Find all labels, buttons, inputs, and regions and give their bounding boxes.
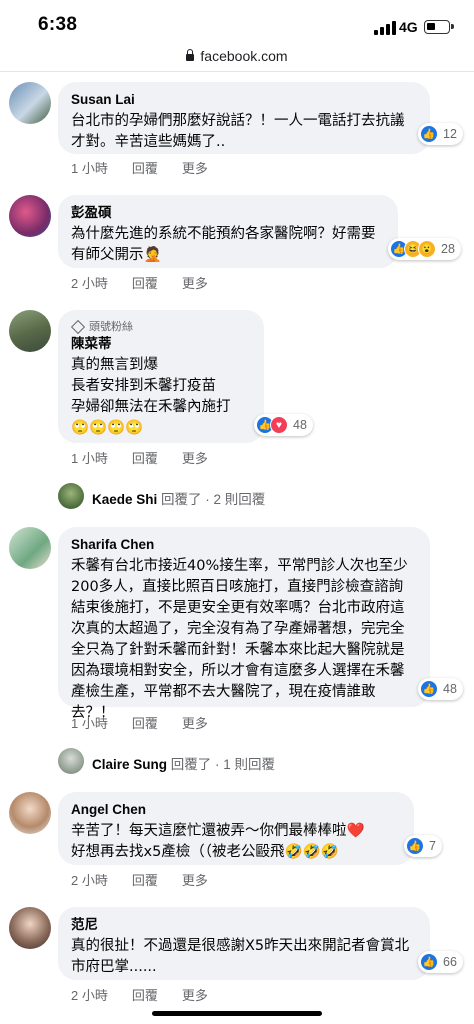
comment-bubble: 彭盈碩 為什麼先進的系統不能預約各家醫院啊？好需要有師父開示🤦: [58, 195, 398, 268]
more-button[interactable]: 更多: [182, 870, 208, 889]
comment-author[interactable]: Sharifa Chen: [71, 536, 417, 554]
more-button[interactable]: 更多: [182, 713, 208, 732]
avatar[interactable]: [9, 310, 51, 352]
comment-actions: 1 小時 回覆 更多: [71, 713, 208, 732]
reply-button[interactable]: 回覆: [132, 448, 158, 467]
comment-author[interactable]: 陳菜蒂: [71, 335, 251, 353]
reaction-count: 48: [443, 682, 457, 696]
comment-author[interactable]: 彭盈碩: [71, 204, 385, 222]
reply-button[interactable]: 回覆: [132, 713, 158, 732]
comment-author[interactable]: Angel Chen: [71, 801, 401, 819]
more-button[interactable]: 更多: [182, 158, 208, 177]
comment-text: 辛苦了！每天這麼忙還被弄～你們最棒棒啦❤️ 好想再去找x5產檢（（被老公毆飛🤣🤣…: [71, 823, 365, 860]
reaction-summary[interactable]: 👍 66: [418, 951, 463, 973]
url-text: facebook.com: [200, 48, 288, 64]
comment-actions: 2 小時 回覆 更多: [71, 985, 208, 1004]
wow-reaction-icon: 😮: [418, 240, 436, 258]
reaction-summary[interactable]: 👍 48: [418, 678, 463, 700]
avatar: [58, 748, 84, 774]
comment-time[interactable]: 1 小時: [71, 158, 108, 177]
comment-time[interactable]: 2 小時: [71, 273, 108, 292]
reply-button[interactable]: 回覆: [132, 870, 158, 889]
battery-low-icon: [424, 20, 454, 34]
comment-bubble: 范尼 真的很扯！不過還是很感謝X5昨天出來開記者會賞北市府巴掌......: [58, 907, 430, 980]
status-bar: 6:38 4G: [0, 0, 474, 46]
more-button[interactable]: 更多: [182, 985, 208, 1004]
like-reaction-icon: 👍: [420, 680, 438, 698]
reply-button[interactable]: 回覆: [132, 985, 158, 1004]
diamond-icon: [70, 319, 86, 335]
reaction-summary[interactable]: 👍 7: [404, 835, 442, 857]
reply-count: 回覆了 · 1 則回覆: [170, 757, 276, 772]
avatar[interactable]: [9, 792, 51, 834]
comment-bubble: 頭號粉絲 陳菜蒂 真的無言到爆 長者安排到禾馨打疫苗 孕婦卻無法在禾馨內施打 🙄…: [58, 310, 264, 443]
comment-bubble: Angel Chen 辛苦了！每天這麼忙還被弄～你們最棒棒啦❤️ 好想再去找x5…: [58, 792, 414, 865]
like-reaction-icon: 👍: [420, 953, 438, 971]
more-button[interactable]: 更多: [182, 273, 208, 292]
comment-text: 台北市的孕婦們那麼好說話？！一人一電話打去抗議才對。辛苦這些媽媽了..: [71, 113, 405, 150]
reaction-count: 66: [443, 955, 457, 969]
reaction-count: 7: [429, 839, 436, 853]
comment-time[interactable]: 1 小時: [71, 448, 108, 467]
like-reaction-icon: 👍: [406, 837, 424, 855]
avatar[interactable]: [9, 82, 51, 124]
comment-text: 禾馨有台北市接近40%接生率，平常門診人次也至少200多人，直接比照百日咳施打，…: [71, 558, 408, 721]
reaction-count: 28: [441, 242, 455, 256]
love-reaction-icon: ♥: [270, 416, 288, 434]
reaction-summary[interactable]: 👍 ♥ 48: [254, 414, 313, 436]
avatar[interactable]: [9, 527, 51, 569]
network-type: 4G: [399, 19, 418, 35]
comment-text: 真的無言到爆 長者安排到禾馨打疫苗 孕婦卻無法在禾馨內施打 🙄🙄🙄🙄: [71, 357, 231, 436]
comment-time[interactable]: 2 小時: [71, 870, 108, 889]
reply-button[interactable]: 回覆: [132, 158, 158, 177]
top-fan-badge: 頭號粉絲: [70, 319, 251, 335]
comment-bubble: Susan Lai 台北市的孕婦們那麼好說話？！一人一電話打去抗議才對。辛苦這些…: [58, 82, 430, 154]
status-time: 6:38: [38, 14, 78, 35]
reply-author: Claire Sung: [92, 757, 168, 772]
reaction-summary[interactable]: 👍 😆 😮 28: [388, 238, 461, 260]
comment-author[interactable]: Susan Lai: [71, 91, 417, 109]
comment-author[interactable]: 范尼: [71, 916, 417, 934]
divider: [0, 71, 474, 72]
comment-actions: 2 小時 回覆 更多: [71, 870, 208, 889]
comment-actions: 2 小時 回覆 更多: [71, 273, 208, 292]
reply-author: Kaede Shi: [92, 492, 158, 507]
avatar: [58, 483, 84, 509]
browser-url-bar[interactable]: facebook.com: [0, 48, 474, 72]
reaction-count: 48: [293, 418, 307, 432]
view-replies-row[interactable]: Kaede Shi 回覆了 · 2 則回覆: [0, 483, 474, 511]
reply-count: 回覆了 · 2 則回覆: [161, 492, 266, 507]
view-replies-row[interactable]: Claire Sung 回覆了 · 1 則回覆: [0, 748, 474, 776]
reaction-count: 12: [443, 127, 457, 141]
more-button[interactable]: 更多: [182, 448, 208, 467]
lock-icon: [186, 49, 195, 61]
reaction-summary[interactable]: 👍 12: [418, 123, 463, 145]
comment-bubble: Sharifa Chen 禾馨有台北市接近40%接生率，平常門診人次也至少200…: [58, 527, 430, 721]
comment-time[interactable]: 1 小時: [71, 713, 108, 732]
avatar[interactable]: [9, 195, 51, 237]
cellular-signal-icon: [374, 21, 396, 35]
comment-time[interactable]: 2 小時: [71, 985, 108, 1004]
comment-text: 真的很扯！不過還是很感謝X5昨天出來開記者會賞北市府巴掌......: [71, 938, 410, 975]
reply-button[interactable]: 回覆: [132, 273, 158, 292]
comment-actions: 1 小時 回覆 更多: [71, 448, 208, 467]
comment-text: 為什麼先進的系統不能預約各家醫院啊？好需要有師父開示🤦: [71, 226, 376, 263]
avatar[interactable]: [9, 907, 51, 949]
like-reaction-icon: 👍: [420, 125, 438, 143]
home-indicator[interactable]: [152, 1011, 322, 1016]
comment-actions: 1 小時 回覆 更多: [71, 158, 208, 177]
